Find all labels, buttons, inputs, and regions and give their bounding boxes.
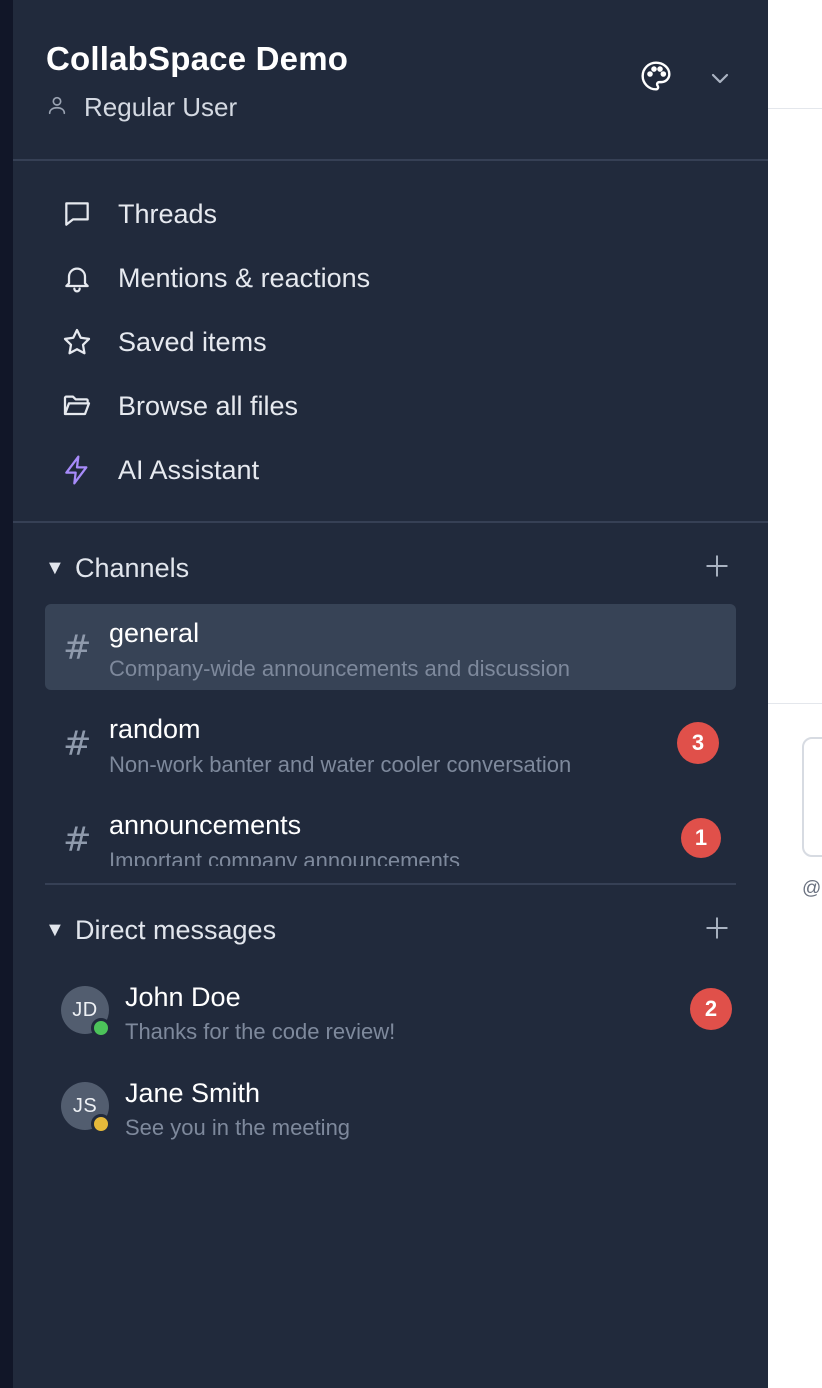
dm-title: Direct messages [75,914,277,945]
message-square-icon [45,188,109,240]
channel-item-random[interactable]: # random Non-work banter and water coole… [45,700,736,786]
palette-icon [640,60,672,97]
dm-section-header: ▼ Direct messages [45,908,735,952]
channel-name: announcements [109,810,302,840]
nav-label: Browse all files [118,390,299,421]
dm-name: Jane Smith [125,1078,261,1108]
status-online-indicator [91,1018,111,1038]
nav-label: AI Assistant [118,454,260,485]
dm-preview: See you in the meeting [125,1115,351,1140]
main-header-divider [768,108,822,109]
dm-toggle[interactable]: ▼ Direct messages [45,915,276,946]
folder-open-icon [45,380,109,432]
nav-label: Threads [118,198,218,229]
channel-name: general [109,618,200,648]
unread-badge: 1 [681,818,721,858]
nav-threads[interactable]: Threads [45,188,735,240]
nav-divider [13,521,768,523]
chevron-down-icon [708,66,732,95]
channel-name: random [109,714,201,744]
bell-icon [45,252,109,304]
header-divider [13,159,768,161]
unread-badge: 2 [690,988,732,1030]
dm-preview: Thanks for the code review! [125,1019,396,1044]
channel-description: Important company announcements [109,848,460,866]
plus-icon [704,553,730,584]
composer-hint: @u [802,878,822,899]
section-divider [45,883,736,885]
channels-section-header: ▼ Channels [45,546,735,590]
user-role: Regular User [46,92,237,123]
channel-description: Company-wide announcements and discussio… [109,656,571,681]
workspace-menu-button[interactable] [703,63,737,97]
add-dm-button[interactable] [699,912,735,948]
star-icon [45,316,109,368]
theme-palette-button[interactable] [637,59,675,97]
main-composer-divider [768,703,822,704]
sidebar: CollabSpace Demo Regular User Threads Me… [13,0,768,1388]
dm-name: John Doe [125,982,241,1012]
plus-icon [704,915,730,946]
add-channel-button[interactable] [699,550,735,586]
channels-toggle[interactable]: ▼ Channels [45,553,189,584]
collapse-triangle-icon: ▼ [45,918,65,941]
unread-badge: 3 [677,722,719,764]
user-icon [46,92,68,123]
nav-mentions[interactable]: Mentions & reactions [45,252,735,304]
channel-item-general[interactable]: # general Company-wide announcements and… [45,604,736,690]
zap-icon [45,444,109,496]
nav-browse-files[interactable]: Browse all files [45,380,735,432]
collapse-triangle-icon: ▼ [45,556,65,579]
nav-ai-assistant[interactable]: AI Assistant [45,444,735,496]
dm-item-john-doe[interactable]: JD John Doe Thanks for the code review! … [45,970,736,1056]
user-role-label: Regular User [84,92,238,122]
hash-icon: # [63,820,92,860]
channels-title: Channels [75,552,190,583]
message-composer[interactable] [802,737,822,857]
channel-description: Non-work banter and water cooler convers… [109,752,572,777]
nav-saved-items[interactable]: Saved items [45,316,735,368]
channel-item-announcements[interactable]: # announcements Important company announ… [45,796,736,882]
hash-icon: # [63,628,92,668]
nav-label: Saved items [118,326,267,357]
nav-label: Mentions & reactions [118,262,371,293]
main-panel: @u [768,0,822,1388]
status-away-indicator [91,1114,111,1134]
dm-item-jane-smith[interactable]: JS Jane Smith See you in the meeting [45,1066,736,1152]
app-rail [0,0,13,1388]
hash-icon: # [63,724,92,764]
workspace-name[interactable]: CollabSpace Demo [46,40,348,78]
